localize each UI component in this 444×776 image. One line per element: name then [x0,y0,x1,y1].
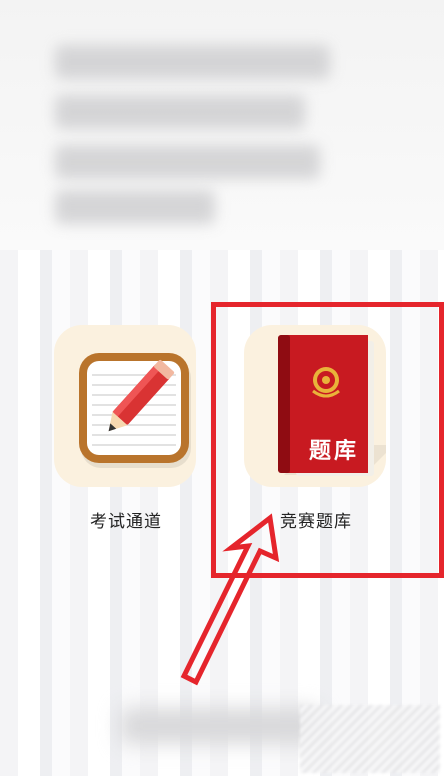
watermark [300,705,440,773]
annotation-arrow [180,513,280,686]
blurred-bottom-text [120,708,320,744]
